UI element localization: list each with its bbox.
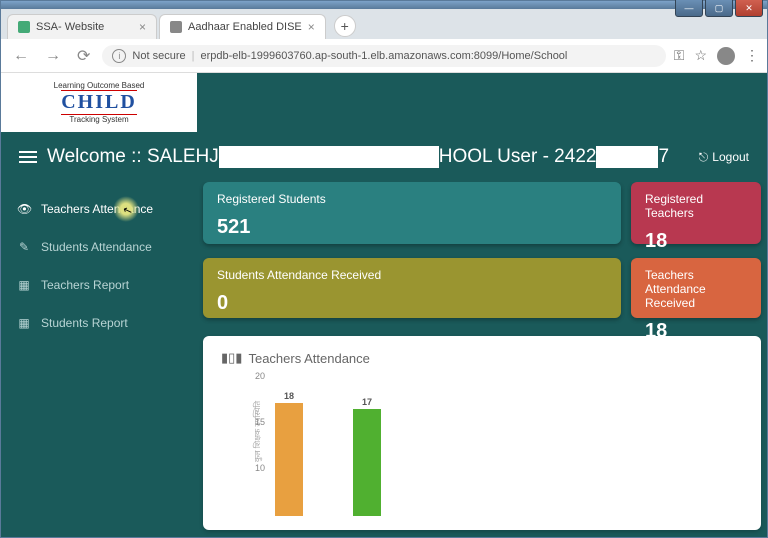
favicon-icon xyxy=(170,21,182,33)
header: Welcome :: SALEHJHOOL User - 24227 ⎋ Log… xyxy=(1,132,767,182)
card-value: 521 xyxy=(217,216,607,239)
forward-icon[interactable]: → xyxy=(41,47,65,65)
report-icon: ▦ xyxy=(17,316,31,330)
chart-panel: ▮▯▮ Teachers Attendance कुल शिक्षक उपस्थ… xyxy=(203,336,761,530)
y-tick: 10 xyxy=(255,463,265,473)
tab-title: Aadhaar Enabled DISE xyxy=(188,21,302,33)
y-tick: 15 xyxy=(255,417,265,427)
minimize-button[interactable]: — xyxy=(675,0,703,17)
chart-title: ▮▯▮ Teachers Attendance xyxy=(221,350,743,366)
sidebar-item-students-attendance[interactable]: ✎ Students Attendance xyxy=(1,228,197,266)
menu-icon[interactable]: ⋮ xyxy=(745,47,759,64)
bar-rect xyxy=(275,403,303,516)
sidebar-item-teachers-report[interactable]: ▦ Teachers Report xyxy=(1,266,197,304)
address-bar-row: ← → ⟳ i Not secure | erpdb-elb-199960376… xyxy=(1,39,767,73)
info-icon[interactable]: i xyxy=(112,49,126,63)
card-title: Teachers Attendance Received xyxy=(645,268,747,310)
sidebar-item-label: Teachers Report xyxy=(41,278,129,292)
card-value: 18 xyxy=(645,230,747,253)
logo-tagline-top: Learning Outcome Based xyxy=(15,81,183,90)
report-icon: ▦ xyxy=(17,278,31,292)
tab-close-icon[interactable]: × xyxy=(139,20,146,34)
card-title: Students Attendance Received xyxy=(217,268,607,282)
back-icon[interactable]: ← xyxy=(9,47,33,65)
logo-main: CHILD xyxy=(61,90,137,115)
hamburger-icon[interactable] xyxy=(19,151,37,163)
sidebar: 👁 Teachers Attendance ↖ ✎ Students Atten… xyxy=(1,182,197,536)
redacted-block xyxy=(596,146,658,168)
window-titlebar: — ▢ ✕ xyxy=(1,1,767,9)
new-tab-button[interactable]: + xyxy=(334,15,356,37)
chart-bar: 17 xyxy=(353,397,381,516)
bar-value-label: 18 xyxy=(284,391,294,401)
logout-icon: ⎋ xyxy=(699,150,709,165)
welcome-text: Welcome :: SALEHJHOOL User - 24227 xyxy=(47,146,669,168)
chart-area: कुल शिक्षक उपस्थिति 20 15 10 18 xyxy=(251,376,743,516)
card-teachers-attendance[interactable]: Teachers Attendance Received 18 xyxy=(631,258,761,318)
chart-bar: 18 xyxy=(275,391,303,516)
pencil-icon: ✎ xyxy=(17,240,31,254)
favicon-icon xyxy=(18,21,30,33)
card-value: 18 xyxy=(645,320,747,343)
browser-tabs: SSA- Website × Aadhaar Enabled DISE × + xyxy=(1,9,767,39)
card-students-attendance[interactable]: Students Attendance Received 0 xyxy=(203,258,621,318)
y-tick: 20 xyxy=(255,371,265,381)
tab-aadhaar[interactable]: Aadhaar Enabled DISE × xyxy=(159,14,326,39)
address-bar[interactable]: i Not secure | erpdb-elb-1999603760.ap-s… xyxy=(102,45,665,67)
sidebar-item-label: Students Attendance xyxy=(41,240,152,254)
url-text: erpdb-elb-1999603760.ap-south-1.elb.amaz… xyxy=(200,50,567,62)
redacted-block xyxy=(219,146,439,168)
reload-icon[interactable]: ⟳ xyxy=(73,46,94,66)
main-content: Registered Students 521 Registered Teach… xyxy=(197,182,767,536)
sidebar-item-teachers-attendance[interactable]: 👁 Teachers Attendance ↖ xyxy=(1,190,197,228)
logo-area: Learning Outcome Based CHILD Tracking Sy… xyxy=(1,73,197,132)
bar-rect xyxy=(353,409,381,516)
logo-tagline-sub: Tracking System xyxy=(15,115,183,124)
sidebar-item-students-report[interactable]: ▦ Students Report xyxy=(1,304,197,342)
bar-value-label: 17 xyxy=(362,397,372,407)
tab-ssa[interactable]: SSA- Website × xyxy=(7,14,157,39)
profile-icon[interactable] xyxy=(717,47,735,65)
card-registered-students[interactable]: Registered Students 521 xyxy=(203,182,621,244)
sidebar-item-label: Students Report xyxy=(41,316,128,330)
bars-icon: ▮▯▮ xyxy=(221,350,242,366)
card-title: Registered Students xyxy=(217,192,607,206)
logout-button[interactable]: ⎋ Logout xyxy=(699,150,749,165)
maximize-button[interactable]: ▢ xyxy=(705,0,733,17)
app-body: Learning Outcome Based CHILD Tracking Sy… xyxy=(1,73,767,537)
security-label: Not secure xyxy=(132,50,185,62)
card-registered-teachers[interactable]: Registered Teachers 18 xyxy=(631,182,761,244)
logout-label: Logout xyxy=(712,150,749,164)
tab-close-icon[interactable]: × xyxy=(308,20,315,34)
card-title: Registered Teachers xyxy=(645,192,747,220)
card-value: 0 xyxy=(217,292,607,315)
key-icon[interactable]: ⚿ xyxy=(674,47,685,64)
tab-title: SSA- Website xyxy=(36,21,104,33)
window-close-button[interactable]: ✕ xyxy=(735,0,763,17)
eye-icon: 👁 xyxy=(17,202,31,216)
star-icon[interactable]: ☆ xyxy=(694,47,707,64)
